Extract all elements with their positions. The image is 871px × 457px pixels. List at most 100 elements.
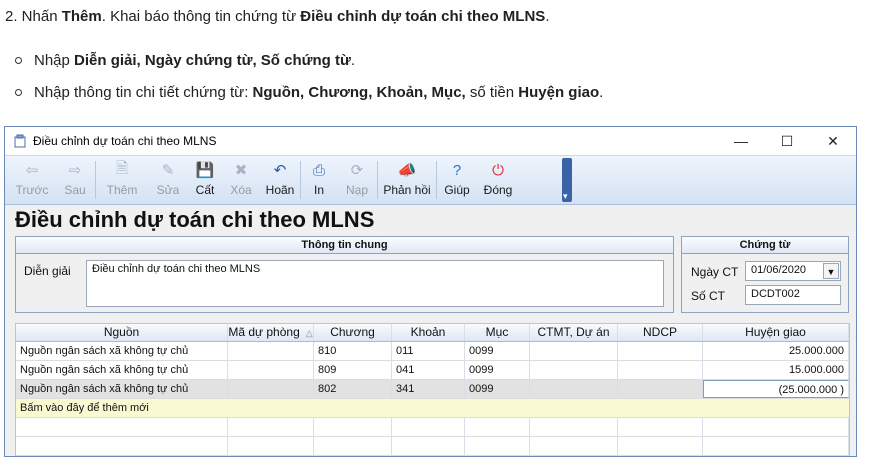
cell-ndcp[interactable] xyxy=(618,361,703,379)
so-ct-input[interactable]: DCDT002 xyxy=(745,285,841,305)
arrow-left-icon: ⇦ xyxy=(25,162,39,179)
step-mid: . Khai báo thông tin chứng từ xyxy=(101,8,301,25)
cell-huyen-giao[interactable]: 25.000.000 xyxy=(703,342,849,360)
voucher-header: Chứng từ xyxy=(682,237,848,254)
col-chuong[interactable]: Chương xyxy=(314,324,392,341)
toolbar-options-icon[interactable] xyxy=(562,158,572,202)
toolbar-nap-label: Nạp xyxy=(345,183,368,197)
toolbar-hoan-label: Hoãn xyxy=(265,183,295,197)
cell-huyen-giao[interactable]: 15.000.000 xyxy=(703,361,849,379)
col-huyen-giao[interactable]: Huyện giao xyxy=(703,324,849,341)
table-row[interactable]: Nguồn ngân sách xã không tự chủ 802 341 009… xyxy=(16,380,849,399)
step-target: Điều chỉnh dự toán chi theo MLNS xyxy=(300,8,546,25)
toolbar-sua-label: Sửa xyxy=(156,183,180,197)
cell-ma-du-phong[interactable] xyxy=(228,361,314,379)
megaphone-icon: 📣 xyxy=(397,162,417,179)
cell-khoan[interactable]: 011 xyxy=(392,342,465,360)
ngay-ct-value: 01/06/2020 xyxy=(751,264,807,276)
b2-mid: số tiền xyxy=(469,84,515,101)
cell-ctmt[interactable] xyxy=(530,361,618,379)
table-row[interactable]: Nguồn ngân sách xã không tự chủ 809 041 009… xyxy=(16,361,849,380)
bullet-1: Nhập Diễn giải, Ngày chứng từ, Số chứng … xyxy=(15,52,355,69)
cell-khoan[interactable]: 041 xyxy=(392,361,465,379)
cell-muc[interactable]: 0099 xyxy=(465,342,530,360)
toolbar-them-label: Thêm xyxy=(106,183,138,197)
cell-huyen-giao[interactable]: (25.000.000 ) xyxy=(703,380,849,398)
general-info-header: Thông tin chung xyxy=(16,237,673,254)
page-title: Điều chỉnh dự toán chi theo MLNS xyxy=(15,207,375,232)
minimize-button[interactable]: — xyxy=(718,127,764,155)
toolbar-cat-button[interactable]: 💾 Cất xyxy=(188,156,222,199)
cell-chuong[interactable]: 810 xyxy=(314,342,392,360)
arrow-right-icon: ⇨ xyxy=(68,162,82,179)
toolbar-xoa-label: Xóa xyxy=(230,183,252,197)
cell-ctmt[interactable] xyxy=(530,380,618,398)
table-row[interactable]: Nguồn ngân sách xã không tự chủ 810 011 009… xyxy=(16,342,849,361)
toolbar-in-button[interactable]: ⎙ In xyxy=(301,156,337,199)
col-nguon[interactable]: Nguồn xyxy=(16,324,228,341)
col-ndcp[interactable]: NDCP xyxy=(618,324,703,341)
app-icon xyxy=(14,134,26,148)
step-prefix: 2. Nhấn xyxy=(5,8,62,25)
toolbar-nap-button[interactable]: ⟳ Nạp xyxy=(337,156,377,199)
cell-ma-du-phong[interactable] xyxy=(228,342,314,360)
b1-prefix: Nhập xyxy=(34,52,70,69)
window-title: Điều chỉnh dự toán chi theo MLNS xyxy=(33,134,217,148)
dien-giai-label: Diễn giải xyxy=(24,264,71,278)
empty-row xyxy=(16,418,849,437)
cell-chuong[interactable]: 809 xyxy=(314,361,392,379)
cell-muc[interactable]: 0099 xyxy=(465,361,530,379)
cell-nguon[interactable]: Nguồn ngân sách xã không tự chủ xyxy=(16,361,228,379)
col-khoan[interactable]: Khoản xyxy=(392,324,465,341)
maximize-button[interactable]: ☐ xyxy=(764,127,810,155)
b1-suffix: . xyxy=(350,52,355,69)
cell-nguon[interactable]: Nguồn ngân sách xã không tự chủ xyxy=(16,380,228,398)
toolbar: ⇦ Trước ⇨ Sau 🗎 Thêm ✎ Sửa 💾 Cất ✖ Xóa ↶ Hoãn ⎙ In ⟳ Nạp 📣… xyxy=(5,155,856,205)
toolbar-sau-button[interactable]: ⇨ Sau xyxy=(55,156,95,199)
toolbar-truoc-label: Trước xyxy=(15,183,49,197)
toolbar-sau-label: Sau xyxy=(64,183,86,197)
ngay-ct-label: Ngày CT xyxy=(691,265,739,279)
cell-ndcp[interactable] xyxy=(618,380,703,398)
toolbar-hoan-button[interactable]: ↶ Hoãn xyxy=(260,156,300,199)
col-ctmt[interactable]: CTMT, Dự án xyxy=(530,324,618,341)
toolbar-phanhoi-label: Phản hồi xyxy=(383,183,431,197)
title-bar: Điều chỉnh dự toán chi theo MLNS — ☐ ✕ xyxy=(5,127,856,155)
close-form-icon: ⏻ xyxy=(492,161,504,179)
dien-giai-input[interactable]: Điều chỉnh dự toán chi theo MLNS xyxy=(86,260,664,307)
toolbar-them-button[interactable]: 🗎 Thêm xyxy=(96,156,148,199)
toolbar-phanhoi-button[interactable]: 📣 Phản hồi xyxy=(378,156,436,199)
b1-bold: Diễn giải, Ngày chứng từ, Số chứng từ xyxy=(74,52,351,69)
step-suffix: . xyxy=(545,8,550,25)
cell-ma-du-phong[interactable] xyxy=(228,380,314,398)
save-icon: 💾 xyxy=(195,162,215,179)
col-muc[interactable]: Mục xyxy=(465,324,530,341)
sort-asc-icon: △ xyxy=(305,328,313,338)
bullet-dot xyxy=(15,57,22,64)
chevron-down-icon[interactable]: ▼ xyxy=(823,263,839,279)
ngay-ct-input[interactable]: 01/06/2020 ▼ xyxy=(745,261,841,281)
cell-muc[interactable]: 0099 xyxy=(465,380,530,398)
close-button[interactable]: ✕ xyxy=(810,127,856,155)
edit-doc-icon: ✎ xyxy=(161,162,175,179)
b2-prefix: Nhập thông tin chi tiết chứng từ: xyxy=(34,84,249,101)
b2-bold2: Huyện giao xyxy=(518,84,600,101)
toolbar-truoc-button[interactable]: ⇦ Trước xyxy=(9,156,55,199)
cell-ctmt[interactable] xyxy=(530,342,618,360)
toolbar-dong-button[interactable]: ⏻ Đóng xyxy=(477,156,519,199)
add-new-row[interactable]: Bấm vào đây để thêm mới xyxy=(16,399,849,418)
cell-khoan[interactable]: 341 xyxy=(392,380,465,398)
cell-nguon[interactable]: Nguồn ngân sách xã không tự chủ xyxy=(16,342,228,360)
reload-icon: ⟳ xyxy=(350,162,364,179)
cell-ndcp[interactable] xyxy=(618,342,703,360)
voucher-panel: Chứng từ Ngày CT 01/06/2020 ▼ Số CT DCDT… xyxy=(681,236,849,313)
step-them: Thêm xyxy=(61,8,102,25)
col-ma-du-phong[interactable]: Mã dự phòng △ xyxy=(228,324,314,341)
cell-chuong[interactable]: 802 xyxy=(314,380,392,398)
toolbar-sua-button[interactable]: ✎ Sửa xyxy=(148,156,188,199)
toolbar-xoa-button[interactable]: ✖ Xóa xyxy=(222,156,260,199)
add-doc-icon: 🗎 xyxy=(115,159,129,177)
toolbar-giup-button[interactable]: ? Giúp xyxy=(437,156,477,199)
toolbar-dong-label: Đóng xyxy=(483,183,513,197)
toolbar-cat-label: Cất xyxy=(195,183,215,197)
